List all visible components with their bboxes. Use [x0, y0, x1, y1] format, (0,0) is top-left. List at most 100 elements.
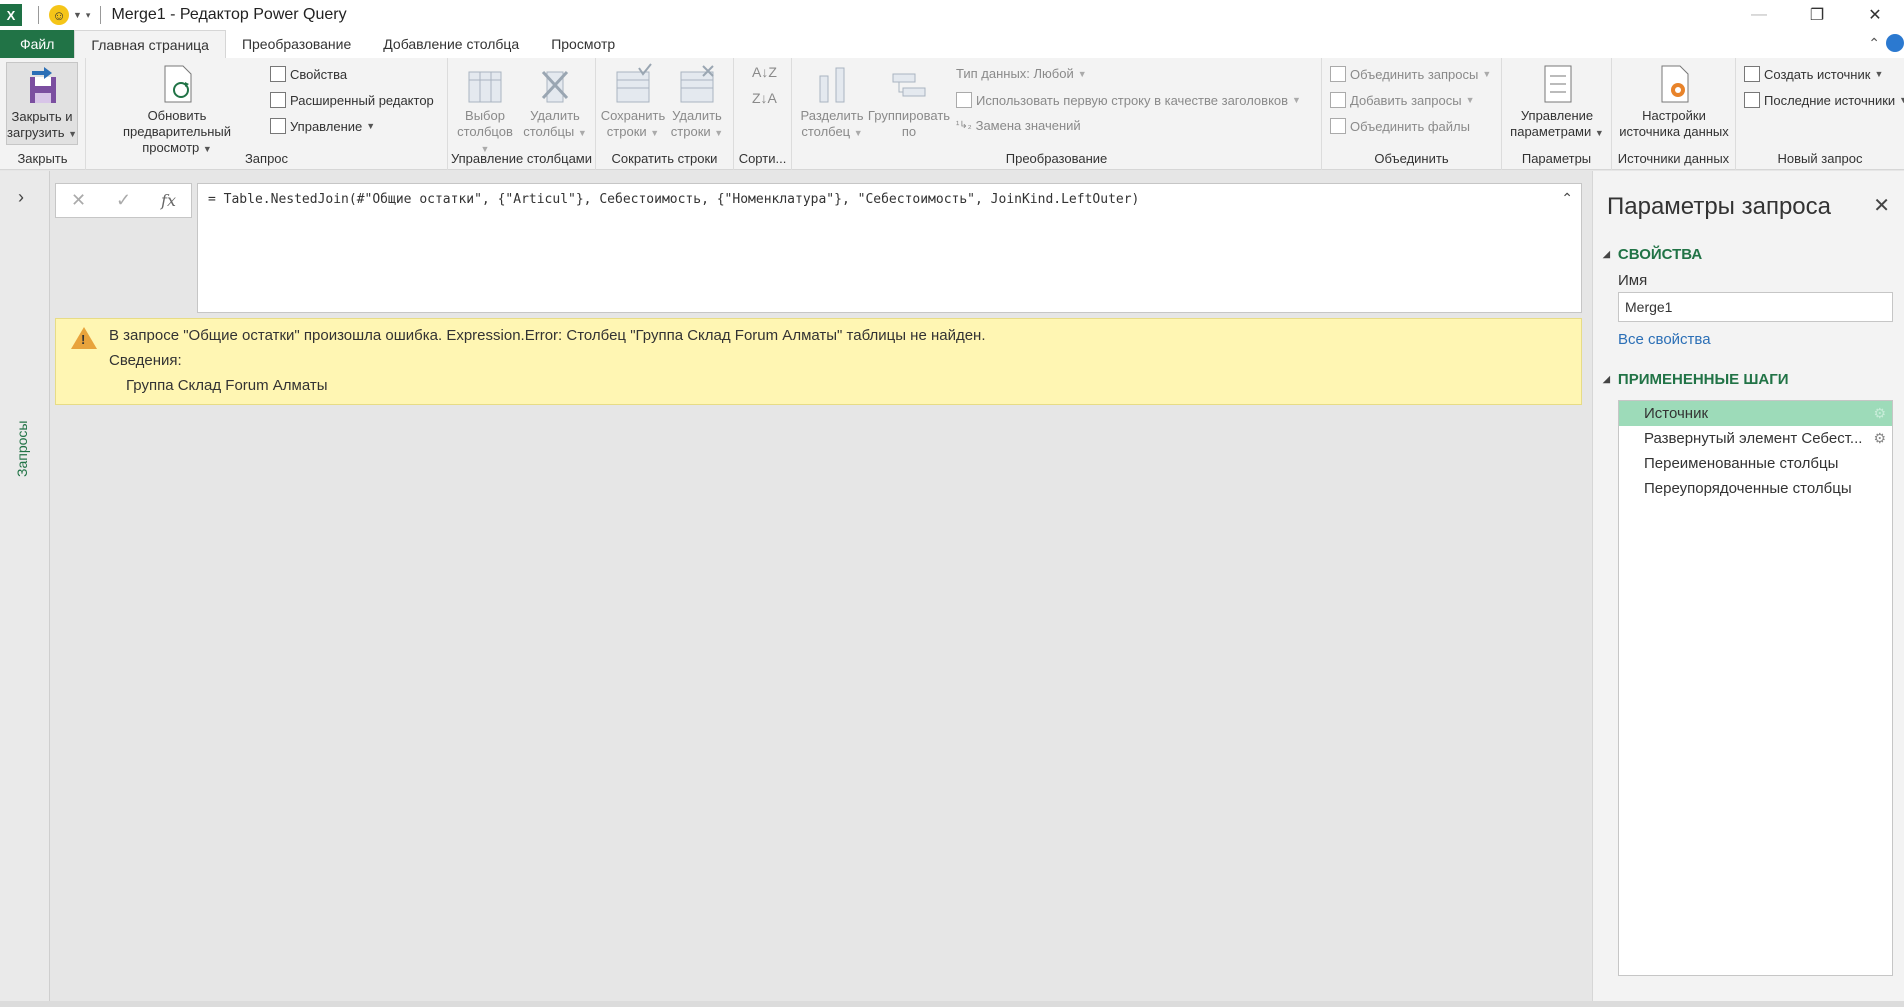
close-and-load-icon [22, 63, 62, 107]
group-combine: Объединить запросы ▼ Добавить запросы ▼ Об… [1322, 58, 1502, 170]
group-close-label: Закрыть [17, 151, 68, 166]
keep-rows-label2: строки ▼ [607, 124, 659, 141]
formula-bar[interactable]: = Table.NestedJoin(#"Общие остатки", {"A… [197, 183, 1582, 313]
merge-queries-button[interactable]: Объединить запросы ▼ [1330, 66, 1491, 82]
split-column-button[interactable]: Разделить столбец ▼ [800, 62, 864, 141]
group-combine-label: Объединить [1374, 151, 1449, 166]
manage-button[interactable]: Управление ▼ [270, 118, 375, 134]
confirm-formula-icon[interactable]: ✓ [101, 190, 146, 211]
qat-customize-icon[interactable]: ▾ [86, 10, 91, 21]
group-by-button[interactable]: Группировать по [866, 62, 952, 140]
tab-view[interactable]: Просмотр [535, 30, 631, 58]
query-name-input[interactable]: Merge1 [1618, 292, 1893, 322]
chevron-down-icon: ▼ [714, 128, 724, 138]
restore-button[interactable]: ❐ [1788, 0, 1846, 30]
ribbon-tabs: Файл Главная страница Преобразование Доб… [0, 30, 1904, 58]
tab-home[interactable]: Главная страница [74, 30, 226, 58]
group-query-label: Запрос [244, 151, 289, 166]
error-banner: В запросе "Общие остатки" произошла ошиб… [55, 318, 1582, 405]
close-and-load-button[interactable]: Закрыть и загрузить ▼ [6, 62, 78, 145]
merge-queries-label: Объединить запросы [1350, 66, 1479, 82]
group-new-query: Создать источник ▼ Последние источники ▼ Н… [1736, 58, 1904, 170]
keep-rows-icon [613, 62, 653, 106]
tab-add-column[interactable]: Добавление столбца [367, 30, 535, 58]
manage-parameters-button[interactable]: Управление параметрами ▼ [1506, 62, 1608, 141]
group-manage-columns-label: Управление столбцами [450, 151, 593, 166]
table-icon [270, 118, 286, 134]
combine-files-button[interactable]: Объединить файлы [1330, 118, 1470, 134]
remove-columns-icon [535, 62, 575, 106]
close-window-button[interactable]: ✕ [1846, 0, 1904, 30]
qat-dropdown-icon[interactable]: ▼ [73, 10, 82, 20]
fx-icon[interactable]: fx [146, 191, 191, 210]
recent-sources-icon [1744, 92, 1760, 108]
quick-access-toolbar: ☺ ▼ ▾ [32, 5, 107, 25]
data-source-settings-button[interactable]: Настройки источника данных [1616, 62, 1732, 140]
group-manage-columns: Выбор столбцов ▼ Удалить столбцы ▼ Управ… [448, 58, 596, 170]
expand-queries-icon[interactable]: › [18, 187, 24, 208]
formula-controls: ✕ ✓ fx [55, 183, 192, 218]
advanced-editor-button[interactable]: Расширенный редактор [270, 92, 434, 108]
remove-columns-label2: столбцы ▼ [523, 124, 587, 141]
replace-values-button[interactable]: ¹↳₂ Замена значений [956, 118, 1081, 133]
keep-rows-button[interactable]: Сохранить строки ▼ [600, 62, 666, 141]
new-source-button[interactable]: Создать источник ▼ [1744, 66, 1883, 82]
append-queries-icon [1330, 92, 1346, 108]
remove-columns-label1: Удалить [530, 108, 580, 123]
group-parameters: Управление параметрами ▼ Параметры [1502, 58, 1612, 170]
step-item[interactable]: Переупорядоченные столбцы [1619, 476, 1892, 501]
step-label: Переименованные столбцы [1644, 455, 1839, 472]
name-label: Имя [1618, 272, 1648, 289]
gear-icon[interactable]: ⚙ [1873, 401, 1886, 426]
remove-rows-button[interactable]: Удалить строки ▼ [664, 62, 730, 141]
queries-pane: › Запросы [0, 171, 50, 1001]
append-queries-button[interactable]: Добавить запросы ▼ [1330, 92, 1475, 108]
data-source-settings-icon [1654, 62, 1694, 106]
step-item[interactable]: Источник ⚙ [1619, 401, 1892, 426]
chevron-down-icon: ▼ [1465, 95, 1475, 105]
remove-columns-button[interactable]: Удалить столбцы ▼ [522, 62, 588, 141]
data-type-label: Тип данных: Любой [956, 66, 1074, 81]
error-details-label: Сведения: [109, 352, 182, 369]
query-settings-title: Параметры запроса [1607, 193, 1831, 220]
use-first-row-button[interactable]: Использовать первую строку в качестве за… [956, 92, 1301, 108]
minimize-button[interactable]: — [1730, 0, 1788, 30]
recent-sources-button[interactable]: Последние источники ▼ [1744, 92, 1904, 108]
help-icon[interactable] [1886, 34, 1904, 52]
applied-steps-section[interactable]: ◢ ПРИМЕНЕННЫЕ ШАГИ [1603, 371, 1789, 388]
formula-text[interactable]: = Table.NestedJoin(#"Общие остатки", {"A… [208, 192, 1139, 207]
sort-ascending-icon: A↓Z [752, 64, 777, 80]
advanced-editor-label: Расширенный редактор [290, 92, 434, 108]
all-properties-link[interactable]: Все свойства [1618, 331, 1711, 348]
window-controls: — ❐ ✕ [1730, 0, 1904, 30]
status-bar [0, 1001, 1904, 1007]
replace-values-icon: ¹↳₂ [956, 120, 972, 131]
merge-queries-icon [1330, 66, 1346, 82]
group-by-label2: по [901, 124, 917, 139]
title-separator [100, 6, 102, 24]
advanced-editor-icon [270, 92, 286, 108]
collapse-ribbon-icon[interactable]: ⌃ [1868, 35, 1880, 52]
sort-descending-button[interactable]: Z↓A [752, 90, 777, 106]
refresh-preview-button[interactable]: Обновить предварительный просмотр ▼ [92, 62, 262, 157]
data-type-dropdown[interactable]: Тип данных: Любой ▼ [956, 66, 1087, 81]
step-label: Переупорядоченные столбцы [1644, 480, 1852, 497]
choose-columns-button[interactable]: Выбор столбцов ▼ [452, 62, 518, 157]
cancel-formula-icon[interactable]: ✕ [56, 190, 101, 211]
properties-button[interactable]: Свойства [270, 66, 347, 82]
close-and-load-label2-text: загрузить [7, 125, 65, 140]
close-icon[interactable]: ✕ [1873, 193, 1890, 218]
tab-file[interactable]: Файл [0, 30, 75, 58]
smiley-icon[interactable]: ☺ [49, 5, 69, 25]
group-close: Закрыть и загрузить ▼ Закрыть [0, 58, 86, 170]
tab-transform[interactable]: Преобразование [226, 30, 367, 58]
properties-section[interactable]: ◢ СВОЙСТВА [1603, 246, 1702, 263]
step-item[interactable]: Развернутый элемент Себест... ⚙ [1619, 426, 1892, 451]
collapse-formula-icon[interactable]: ⌃ [1561, 190, 1573, 207]
gear-icon[interactable]: ⚙ [1873, 426, 1886, 451]
refresh-label1: Обновить предварительный [122, 108, 232, 139]
queries-pane-label[interactable]: Запросы [14, 421, 30, 477]
sort-ascending-button[interactable]: A↓Z [752, 64, 777, 80]
collapse-triangle-icon: ◢ [1603, 374, 1610, 384]
step-item[interactable]: Переименованные столбцы [1619, 451, 1892, 476]
